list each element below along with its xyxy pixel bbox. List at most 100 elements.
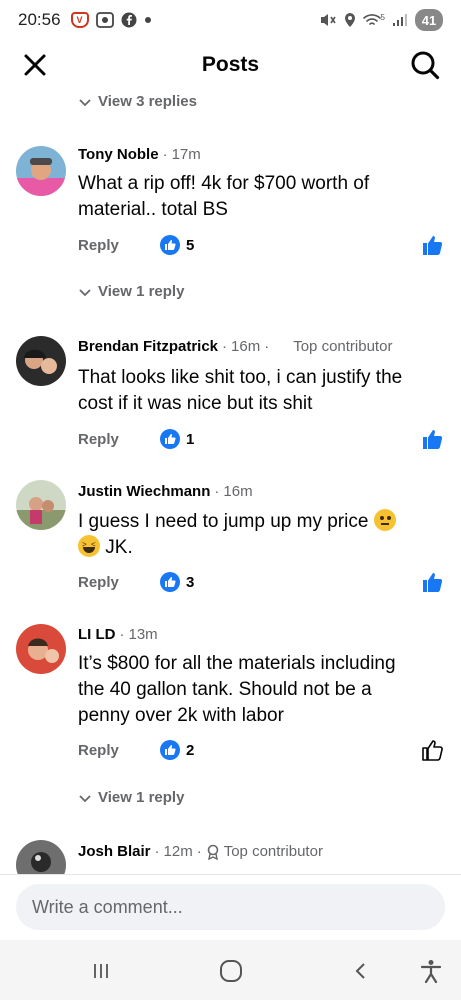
network-type: 5: [380, 13, 385, 22]
comment-text-span: JK.: [105, 537, 133, 558]
comment-text: I guess I need to jump up my price > < J…: [78, 509, 448, 561]
like-filled-icon[interactable]: [421, 428, 443, 450]
comment-text-line: penny over 2k with labor: [78, 705, 284, 726]
comment-actions: Reply 3: [78, 569, 443, 595]
separator-dot: ·: [154, 843, 160, 860]
comment-input[interactable]: Write a comment...: [16, 884, 445, 930]
like-count: 1: [186, 430, 195, 448]
view-replies-link[interactable]: View 1 reply: [78, 283, 184, 300]
reply-button[interactable]: Reply: [78, 742, 160, 759]
reply-button[interactable]: Reply: [78, 431, 160, 448]
mute-icon: [320, 14, 336, 26]
comment-author[interactable]: Josh Blair: [78, 843, 151, 860]
page-title: Posts: [201, 53, 260, 76]
comment-author[interactable]: Justin Wiechmann: [78, 483, 210, 500]
reply-button[interactable]: Reply: [78, 237, 160, 254]
comment-text-line: That looks like shit too, i can justify …: [78, 367, 403, 388]
separator-dot: ·: [162, 146, 168, 163]
comment-author[interactable]: LI LD: [78, 626, 116, 643]
facebook-icon: [121, 12, 137, 28]
dot-icon: [144, 17, 151, 23]
comment-composer: Write a comment...: [0, 874, 461, 940]
view-replies-label: View 1 reply: [98, 283, 185, 300]
comment-text: It’s $800 for all the materials includin…: [78, 651, 448, 729]
chevron-down-icon: [79, 794, 91, 802]
comment-text-line: cost if it was nice but its shit: [78, 393, 313, 414]
like-count: 2: [186, 741, 195, 759]
like-reaction-icon[interactable]: [160, 235, 180, 255]
comment-time[interactable]: 16m: [231, 338, 260, 355]
close-icon[interactable]: [20, 50, 50, 80]
comment-header: Tony Noble · 17m: [78, 146, 201, 163]
chevron-down-icon: [79, 98, 91, 106]
header: Posts: [0, 42, 461, 88]
like-reaction-icon[interactable]: [160, 429, 180, 449]
status-time: 20:56: [18, 10, 61, 29]
chevron-down-icon: [79, 288, 91, 296]
vpn-shield-icon: V: [70, 12, 89, 28]
comment-text: That looks like shit too, i can justify …: [78, 365, 448, 417]
like-count: 5: [186, 236, 195, 254]
top-contributor-badge: Top contributor: [223, 843, 323, 860]
separator-dot: ·: [214, 483, 220, 500]
like-outline-icon[interactable]: [421, 739, 443, 761]
separator-dot: ·: [119, 626, 125, 643]
battery-indicator: 41: [415, 9, 443, 31]
comment-time[interactable]: 16m: [223, 483, 252, 500]
comment-text-line: > < JK.: [78, 535, 448, 561]
signal-icon: [393, 14, 407, 26]
location-icon: [344, 13, 355, 27]
comment-author[interactable]: Tony Noble: [78, 146, 159, 163]
status-notification-icons: V: [70, 12, 152, 28]
separator-dot: ·: [222, 338, 228, 355]
comment-actions: Reply 2: [78, 737, 443, 763]
reply-button[interactable]: Reply: [78, 574, 160, 591]
comment-time[interactable]: 17m: [172, 146, 201, 163]
view-replies-label: View 1 reply: [98, 789, 185, 806]
comment-header: LI LD · 13m: [78, 626, 158, 643]
avatar[interactable]: [16, 336, 66, 386]
thinking-face-emoji: [373, 509, 396, 531]
search-icon[interactable]: [409, 49, 441, 81]
avatar[interactable]: [16, 624, 66, 674]
view-replies-label: View 3 replies: [98, 93, 197, 110]
view-replies-link[interactable]: View 1 reply: [78, 789, 184, 806]
view-replies-link[interactable]: View 3 replies: [78, 93, 197, 110]
comment-text-line: I guess I need to jump up my price: [78, 509, 448, 535]
comment-author[interactable]: Brendan Fitzpatrick: [78, 338, 218, 355]
comment-time[interactable]: 12m: [164, 843, 193, 860]
separator-dot: ·: [196, 843, 202, 860]
home-icon[interactable]: [214, 954, 248, 988]
comment-text-span: I guess I need to jump up my price: [78, 511, 369, 532]
like-filled-icon[interactable]: [421, 234, 443, 256]
top-contributor-badge: Top contributor: [293, 338, 393, 355]
accessibility-icon[interactable]: [414, 954, 448, 988]
top-contributor-icon: [207, 844, 219, 860]
grinning-squinting-emoji: > <: [78, 535, 100, 557]
comment-header: Josh Blair · 12m · Top contributor: [78, 843, 323, 860]
like-count: 3: [186, 573, 195, 591]
status-system-icons: 5 41: [319, 9, 443, 31]
comment-actions: Reply 1: [78, 426, 443, 452]
like-reaction-icon[interactable]: [160, 572, 180, 592]
comment-text-line: material.. total BS: [78, 199, 228, 220]
wifi-icon: 5: [362, 13, 385, 27]
back-icon[interactable]: [344, 954, 378, 988]
recent-apps-icon[interactable]: [84, 954, 118, 988]
comment-actions: Reply 5: [78, 232, 443, 258]
system-nav-bar: [0, 940, 461, 1000]
separator-dot: ·: [264, 338, 270, 355]
status-bar: 20:56 V 5 41: [0, 0, 461, 40]
comment-text-line: the 40 gallon tank. Should not be a: [78, 679, 372, 700]
comment-header: Brendan Fitzpatrick · 16m · Top contribu…: [78, 338, 392, 355]
avatar[interactable]: [16, 146, 66, 196]
comment-time[interactable]: 13m: [129, 626, 158, 643]
screenshot-icon: [95, 12, 114, 28]
like-reaction-icon[interactable]: [160, 740, 180, 760]
comment-header: Justin Wiechmann · 16m: [78, 483, 253, 500]
comment-text-line: It’s $800 for all the materials includin…: [78, 653, 396, 674]
avatar[interactable]: [16, 480, 66, 530]
comment-text: What a rip off! 4k for $700 worth of mat…: [78, 171, 448, 223]
comment-text-line: What a rip off! 4k for $700 worth of: [78, 173, 370, 194]
like-filled-icon[interactable]: [421, 571, 443, 593]
